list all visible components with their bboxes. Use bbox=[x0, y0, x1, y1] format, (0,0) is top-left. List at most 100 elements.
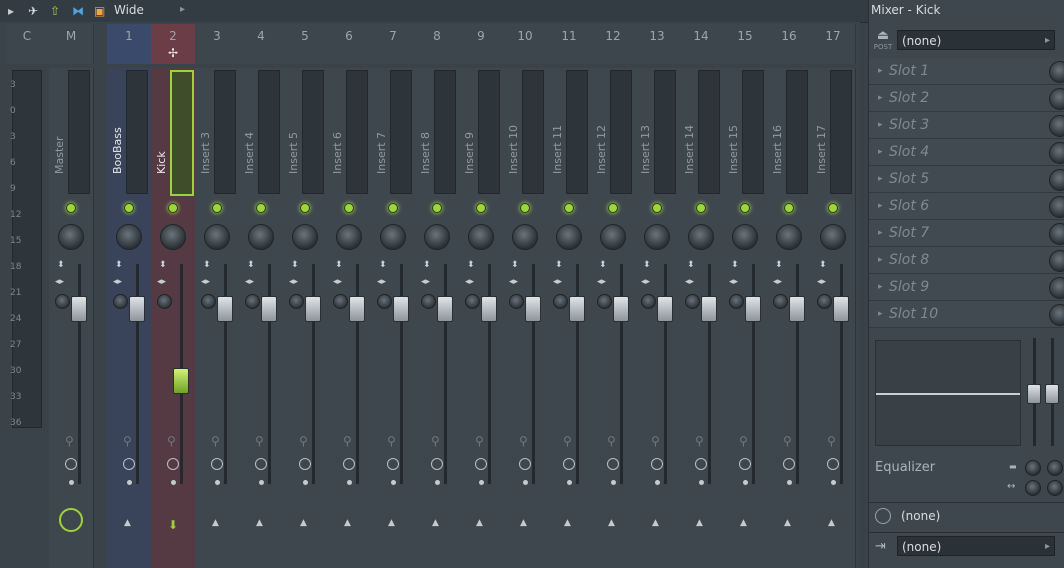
clock-icon[interactable] bbox=[255, 458, 267, 470]
send-dot[interactable] bbox=[787, 480, 792, 485]
clock-icon[interactable] bbox=[431, 458, 443, 470]
route-icon[interactable]: ⚲ bbox=[343, 434, 352, 448]
stereo-separation-knob[interactable] bbox=[465, 294, 480, 309]
send-dot[interactable] bbox=[611, 480, 616, 485]
swap-up-down-icon[interactable]: ⬍ bbox=[379, 261, 387, 270]
stereo-separation-icon[interactable]: ◂▸ bbox=[729, 278, 738, 287]
swap-up-down-icon[interactable]: ⬍ bbox=[335, 261, 343, 270]
send-arrow-icon[interactable]: ▲ bbox=[520, 518, 527, 528]
effect-slot-3[interactable]: ▸ Slot 3 bbox=[869, 112, 1064, 139]
clock-icon[interactable] bbox=[519, 458, 531, 470]
swap-up-down-icon[interactable]: ⬍ bbox=[511, 261, 519, 270]
mixer-track-9[interactable]: Insert 9 ⬍ ◂▸ ⚲ ▲ bbox=[459, 68, 504, 568]
mixer-track-5[interactable]: Insert 5 ⬍ ◂▸ ⚲ ▲ bbox=[283, 68, 328, 568]
track-slot-panel[interactable] bbox=[170, 70, 194, 196]
effect-slot-1[interactable]: ▸ Slot 1 bbox=[869, 58, 1064, 85]
expand-arrow-icon[interactable]: ▸ bbox=[878, 147, 883, 157]
track-slot-panel[interactable] bbox=[610, 70, 632, 194]
eq-knob-4[interactable] bbox=[1047, 480, 1063, 496]
swap-up-down-icon[interactable]: ⬍ bbox=[115, 261, 123, 270]
pan-knob[interactable] bbox=[600, 224, 626, 250]
mixer-track-3[interactable]: Insert 3 ⬍ ◂▸ ⚲ ▲ bbox=[195, 68, 240, 568]
track-slot-panel[interactable] bbox=[126, 70, 148, 194]
track-enable-led[interactable] bbox=[124, 203, 134, 213]
track-slot-panel[interactable] bbox=[698, 70, 720, 194]
track-name[interactable]: Insert 17 bbox=[815, 125, 829, 174]
eq-fader-1[interactable] bbox=[1027, 384, 1041, 404]
send-arrow-icon[interactable]: ▲ bbox=[388, 518, 395, 528]
pan-knob[interactable] bbox=[688, 224, 714, 250]
clock-icon[interactable] bbox=[739, 458, 751, 470]
slot-mix-knob[interactable] bbox=[1049, 304, 1064, 326]
clock-icon[interactable] bbox=[827, 458, 839, 470]
expand-arrow-icon[interactable]: ▸ bbox=[878, 66, 883, 76]
route-icon[interactable]: ⚲ bbox=[695, 434, 704, 448]
clock-icon[interactable] bbox=[343, 458, 355, 470]
route-icon[interactable]: ⚲ bbox=[255, 434, 264, 448]
track-enable-led[interactable] bbox=[652, 203, 662, 213]
mixer-track-M[interactable]: Master ⬍ ◂▸ ⚲ bbox=[49, 68, 94, 568]
track-enable-led[interactable] bbox=[66, 203, 76, 213]
swap-up-down-icon[interactable]: ⬍ bbox=[599, 261, 607, 270]
track-slot-panel[interactable] bbox=[654, 70, 676, 194]
output-select[interactable]: (none) ▸ bbox=[897, 536, 1055, 556]
route-icon[interactable]: ⚲ bbox=[167, 434, 176, 448]
swap-up-down-icon[interactable]: ⬍ bbox=[467, 261, 475, 270]
swap-up-down-icon[interactable]: ⬍ bbox=[203, 261, 211, 270]
route-icon[interactable]: ⚲ bbox=[123, 434, 132, 448]
track-slot-panel[interactable] bbox=[742, 70, 764, 194]
track-slot-panel[interactable] bbox=[214, 70, 236, 194]
track-slot-panel[interactable] bbox=[830, 70, 852, 194]
swap-up-down-icon[interactable]: ⬍ bbox=[159, 261, 167, 270]
track-name[interactable]: Insert 4 bbox=[243, 132, 257, 174]
mixer-track-10[interactable]: Insert 10 ⬍ ◂▸ ⚲ ▲ bbox=[503, 68, 548, 568]
stereo-separation-knob[interactable] bbox=[685, 294, 700, 309]
track-enable-led[interactable] bbox=[168, 203, 178, 213]
bird-icon[interactable]: ✈ bbox=[28, 4, 38, 18]
volume-fader[interactable] bbox=[657, 296, 673, 322]
swap-up-down-icon[interactable]: ⬍ bbox=[819, 261, 827, 270]
volume-fader[interactable] bbox=[701, 296, 717, 322]
stereo-separation-icon[interactable]: ◂▸ bbox=[773, 278, 782, 287]
pan-knob[interactable] bbox=[512, 224, 538, 250]
send-arrow-icon[interactable]: ▲ bbox=[740, 518, 747, 528]
track-header-10[interactable]: 10 bbox=[503, 24, 548, 64]
stereo-separation-knob[interactable] bbox=[201, 294, 216, 309]
track-enable-led[interactable] bbox=[608, 203, 618, 213]
effect-slot-7[interactable]: ▸ Slot 7 bbox=[869, 220, 1064, 247]
send-arrow-icon[interactable]: ▲ bbox=[476, 518, 483, 528]
track-name[interactable]: Insert 3 bbox=[199, 132, 213, 174]
stereo-separation-knob[interactable] bbox=[729, 294, 744, 309]
send-dot[interactable] bbox=[523, 480, 528, 485]
clock-icon[interactable] bbox=[475, 458, 487, 470]
stereo-separation-icon[interactable]: ◂▸ bbox=[289, 278, 298, 287]
mixer-track-12[interactable]: Insert 12 ⬍ ◂▸ ⚲ ▲ bbox=[591, 68, 636, 568]
stereo-separation-knob[interactable] bbox=[597, 294, 612, 309]
volume-fader[interactable] bbox=[525, 296, 541, 322]
send-dot[interactable] bbox=[171, 480, 176, 485]
mixer-track-8[interactable]: Insert 8 ⬍ ◂▸ ⚲ ▲ bbox=[415, 68, 460, 568]
master-send-knob[interactable] bbox=[59, 508, 83, 532]
clock-icon[interactable] bbox=[211, 458, 223, 470]
stereo-separation-knob[interactable] bbox=[55, 294, 70, 309]
clock-icon[interactable] bbox=[783, 458, 795, 470]
eq-fader-2[interactable] bbox=[1045, 384, 1059, 404]
menu-arrow-icon[interactable]: ▸ bbox=[8, 4, 14, 18]
track-slot-panel[interactable] bbox=[434, 70, 456, 194]
track-name[interactable]: BooBass bbox=[111, 127, 125, 174]
stereo-separation-icon[interactable]: ◂▸ bbox=[685, 278, 694, 287]
track-slot-panel[interactable] bbox=[786, 70, 808, 194]
route-icon[interactable]: ⚲ bbox=[387, 434, 396, 448]
stereo-separation-icon[interactable]: ◂▸ bbox=[553, 278, 562, 287]
swap-up-down-icon[interactable]: ⬍ bbox=[423, 261, 431, 270]
route-icon[interactable]: ⚲ bbox=[563, 434, 572, 448]
pan-knob[interactable] bbox=[292, 224, 318, 250]
route-icon[interactable]: ⚲ bbox=[431, 434, 440, 448]
track-header-4[interactable]: 4 bbox=[239, 24, 284, 64]
track-name[interactable]: Insert 8 bbox=[419, 132, 433, 174]
stereo-separation-icon[interactable]: ◂▸ bbox=[333, 278, 342, 287]
clock-icon[interactable] bbox=[563, 458, 575, 470]
expand-arrow-icon[interactable]: ▸ bbox=[878, 228, 883, 238]
slot-mix-knob[interactable] bbox=[1049, 196, 1064, 218]
mixer-track-11[interactable]: Insert 11 ⬍ ◂▸ ⚲ ▲ bbox=[547, 68, 592, 568]
